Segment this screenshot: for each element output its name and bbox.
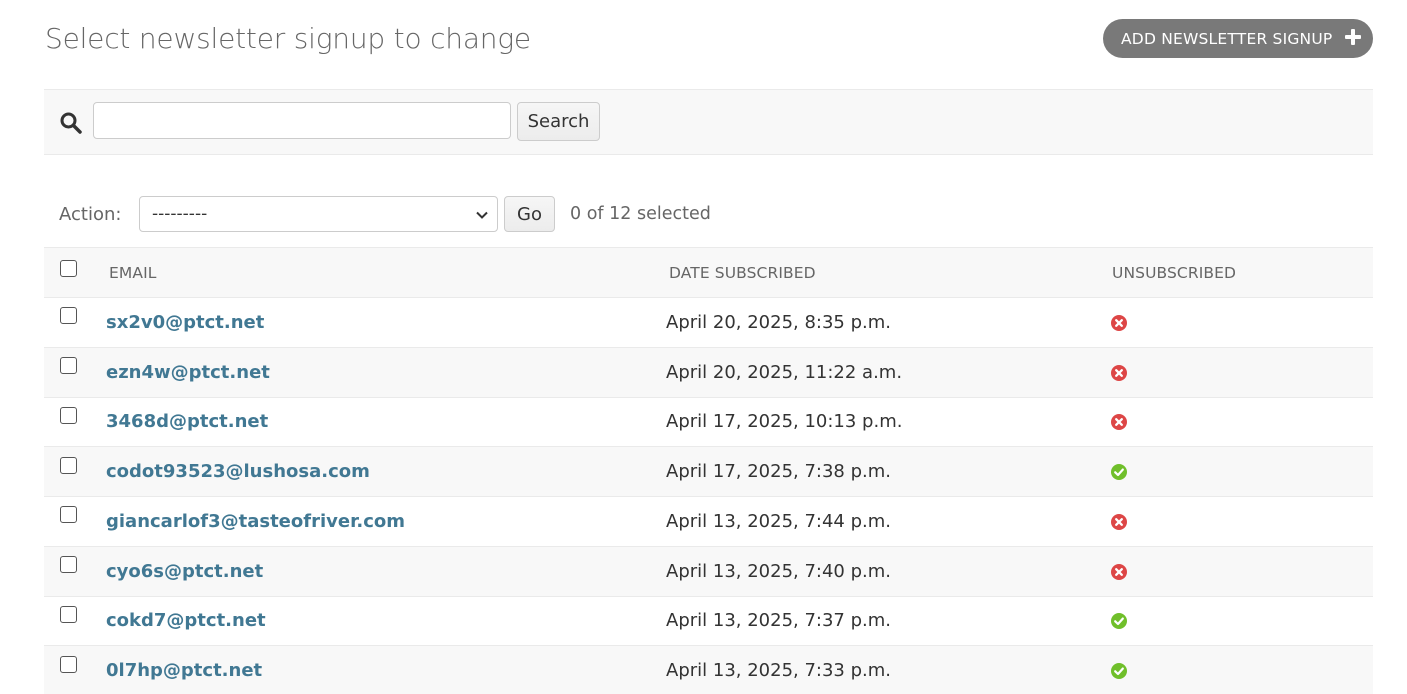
row-select-cell — [44, 297, 106, 348]
unsubscribed-cell — [1111, 347, 1373, 398]
table-row: cokd7@ptct.net April 13, 2025, 7:37 p.m. — [44, 596, 1373, 647]
action-bar: Action: --------- Go 0 of 12 selected — [44, 196, 1373, 236]
email-link[interactable]: 0l7hp@ptct.net — [106, 660, 262, 681]
table-row: cyo6s@ptct.net April 13, 2025, 7:40 p.m. — [44, 546, 1373, 597]
column-header-date-subscribed[interactable]: DATE SUBSCRIBED — [666, 247, 1111, 298]
row-checkbox[interactable] — [60, 357, 77, 375]
table-row: giancarlof3@tasteofriver.com April 13, 20… — [44, 496, 1373, 547]
column-header-email[interactable]: EMAIL — [106, 247, 666, 298]
row-select-cell — [44, 546, 106, 597]
email-link[interactable]: sx2v0@ptct.net — [106, 312, 264, 333]
unsubscribed-cell — [1111, 546, 1373, 597]
row-select-cell — [44, 496, 106, 547]
unsubscribed-cell — [1111, 645, 1373, 694]
add-newsletter-signup-button[interactable]: ADD NEWSLETTER SIGNUP — [1103, 19, 1373, 58]
row-select-cell — [44, 446, 106, 497]
unsubscribed-cell — [1111, 397, 1373, 448]
email-link[interactable]: giancarlof3@tasteofriver.com — [106, 511, 405, 532]
search-toolbar: Search — [44, 89, 1373, 155]
table-row: ezn4w@ptct.net April 20, 2025, 11:22 a.m. — [44, 347, 1373, 398]
row-checkbox[interactable] — [60, 406, 77, 424]
search-button[interactable]: Search — [517, 102, 600, 141]
row-checkbox[interactable] — [60, 605, 77, 623]
table-row: sx2v0@ptct.net April 20, 2025, 8:35 p.m. — [44, 297, 1373, 348]
email-link[interactable]: cokd7@ptct.net — [106, 610, 266, 631]
page-title: Select newsletter signup to change — [45, 22, 531, 55]
check-circle-icon — [1111, 663, 1127, 680]
email-cell: ezn4w@ptct.net — [106, 347, 666, 398]
search-input[interactable] — [93, 102, 511, 139]
email-cell: 3468d@ptct.net — [106, 397, 666, 448]
email-cell: cyo6s@ptct.net — [106, 546, 666, 597]
date-subscribed-cell: April 13, 2025, 7:40 p.m. — [666, 546, 1111, 597]
action-select-value: --------- — [152, 204, 208, 224]
action-select[interactable]: --------- — [139, 196, 498, 232]
table-row: 3468d@ptct.net April 17, 2025, 10:13 p.m. — [44, 397, 1373, 448]
x-circle-icon — [1111, 563, 1127, 580]
email-cell: 0l7hp@ptct.net — [106, 645, 666, 694]
check-circle-icon — [1111, 464, 1127, 481]
date-subscribed-cell: April 17, 2025, 7:38 p.m. — [666, 446, 1111, 497]
unsubscribed-cell — [1111, 496, 1373, 547]
row-checkbox[interactable] — [60, 655, 77, 673]
add-button-label: ADD NEWSLETTER SIGNUP — [1121, 29, 1333, 48]
column-header-unsubscribed[interactable]: UNSUBSCRIBED — [1111, 247, 1373, 298]
chevron-down-icon — [476, 211, 488, 219]
table-body: sx2v0@ptct.net April 20, 2025, 8:35 p.m. e… — [44, 297, 1373, 694]
row-checkbox[interactable] — [60, 506, 77, 524]
date-subscribed-cell: April 13, 2025, 7:44 p.m. — [666, 496, 1111, 547]
selection-counter: 0 of 12 selected — [570, 204, 711, 224]
select-all-checkbox[interactable] — [60, 260, 77, 277]
row-checkbox[interactable] — [60, 307, 77, 325]
row-checkbox[interactable] — [60, 556, 77, 574]
check-circle-icon — [1111, 613, 1127, 630]
date-subscribed-cell: April 17, 2025, 10:13 p.m. — [666, 397, 1111, 448]
email-cell: codot93523@lushosa.com — [106, 446, 666, 497]
table-header-row: EMAIL DATE SUBSCRIBED UNSUBSCRIBED — [44, 247, 1373, 298]
unsubscribed-cell — [1111, 297, 1373, 348]
row-select-cell — [44, 645, 106, 694]
table-row: codot93523@lushosa.com April 17, 2025, 7:… — [44, 446, 1373, 497]
email-cell: sx2v0@ptct.net — [106, 297, 666, 348]
x-circle-icon — [1111, 513, 1127, 530]
email-link[interactable]: cyo6s@ptct.net — [106, 561, 263, 582]
action-label: Action: — [59, 204, 122, 225]
email-cell: giancarlof3@tasteofriver.com — [106, 496, 666, 547]
email-link[interactable]: 3468d@ptct.net — [106, 411, 268, 432]
results-table: EMAIL DATE SUBSCRIBED UNSUBSCRIBED sx2v0… — [44, 247, 1373, 694]
unsubscribed-cell — [1111, 596, 1373, 647]
select-all-cell — [44, 247, 106, 298]
date-subscribed-cell: April 13, 2025, 7:37 p.m. — [666, 596, 1111, 647]
page: Select newsletter signup to change ADD N… — [0, 0, 1407, 694]
row-select-cell — [44, 397, 106, 448]
date-subscribed-cell: April 20, 2025, 8:35 p.m. — [666, 297, 1111, 348]
x-circle-icon — [1111, 414, 1127, 431]
row-checkbox[interactable] — [60, 456, 77, 474]
email-link[interactable]: codot93523@lushosa.com — [106, 461, 370, 482]
x-circle-icon — [1111, 314, 1127, 331]
row-select-cell — [44, 596, 106, 647]
email-cell: cokd7@ptct.net — [106, 596, 666, 647]
x-circle-icon — [1111, 364, 1127, 381]
unsubscribed-cell — [1111, 446, 1373, 497]
email-link[interactable]: ezn4w@ptct.net — [106, 362, 270, 383]
search-icon — [60, 112, 82, 134]
date-subscribed-cell: April 20, 2025, 11:22 a.m. — [666, 347, 1111, 398]
row-select-cell — [44, 347, 106, 398]
date-subscribed-cell: April 13, 2025, 7:33 p.m. — [666, 645, 1111, 694]
go-button[interactable]: Go — [504, 196, 555, 232]
table-row: 0l7hp@ptct.net April 13, 2025, 7:33 p.m. — [44, 645, 1373, 694]
plus-icon — [1345, 29, 1361, 45]
